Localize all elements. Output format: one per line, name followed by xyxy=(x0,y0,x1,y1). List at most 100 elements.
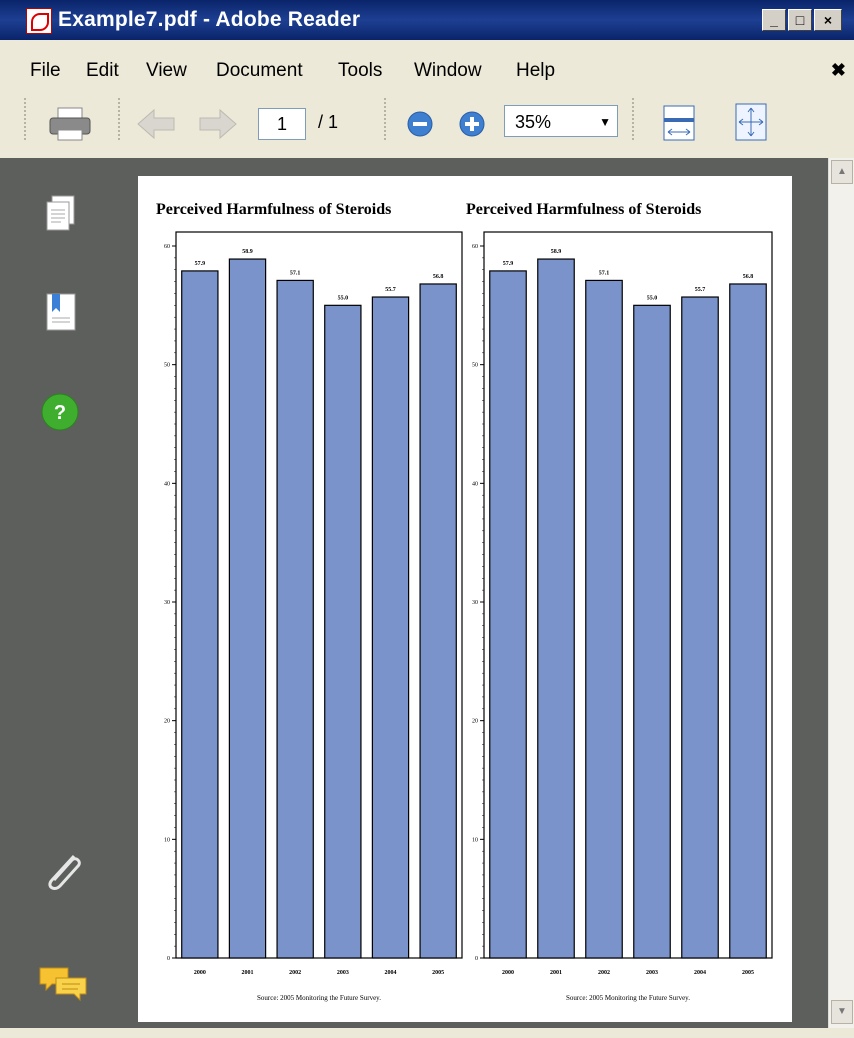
navigation-pane: ? xyxy=(0,158,120,1028)
document-area[interactable]: Perceived Harmfulness of Steroids 0 10 20 30… xyxy=(120,158,828,1028)
menu-bar: File Edit View Document Tools Window Hel… xyxy=(0,52,854,88)
bookmarks-icon[interactable] xyxy=(44,292,78,334)
bar-value-label: 57.9 xyxy=(195,261,206,267)
x-tick-label: 2003 xyxy=(337,970,349,976)
bar-value-label: 56.8 xyxy=(743,274,754,280)
y-tick-label: 30 xyxy=(164,600,170,606)
y-tick-label: 60 xyxy=(472,244,478,250)
scroll-up-button[interactable]: ▲ xyxy=(831,160,853,184)
scroll-down-button[interactable]: ▼ xyxy=(831,1000,853,1024)
bar xyxy=(489,270,527,959)
minimize-button[interactable]: _ xyxy=(762,9,786,31)
bar-value-label: 55.7 xyxy=(695,287,706,293)
help-icon[interactable]: ? xyxy=(40,392,80,432)
menu-tools[interactable]: Tools xyxy=(338,60,382,82)
fit-width-icon[interactable] xyxy=(662,104,696,142)
pdf-page: Perceived Harmfulness of Steroids 0 10 20 30… xyxy=(138,176,792,1022)
svg-text:?: ? xyxy=(54,402,66,424)
chart-title: Perceived Harmfulness of Steroids xyxy=(466,201,701,218)
y-tick-label: 0 xyxy=(167,956,170,962)
close-document-button[interactable]: ✖ xyxy=(831,60,846,81)
fit-page-icon[interactable] xyxy=(734,102,768,142)
toolbar-grip[interactable] xyxy=(384,98,390,140)
previous-page-icon[interactable] xyxy=(136,108,178,140)
dropdown-arrow-icon[interactable]: ▼ xyxy=(599,106,611,138)
y-tick-label: 10 xyxy=(472,837,478,843)
toolbar: 1 / 1 35% ▼ xyxy=(0,90,854,154)
bar-value-label: 57.9 xyxy=(503,261,514,267)
bar xyxy=(419,283,457,959)
menu-window[interactable]: Window xyxy=(414,60,482,82)
y-tick-label: 40 xyxy=(472,481,478,487)
bar-value-label: 58.9 xyxy=(551,249,562,255)
x-tick-label: 2004 xyxy=(694,970,706,976)
charts-figure: Perceived Harmfulness of Steroids 0 10 20 30… xyxy=(156,201,773,1002)
x-tick-label: 2002 xyxy=(598,970,610,976)
y-tick-label: 50 xyxy=(472,363,478,369)
title-bar: Example7.pdf - Adobe Reader _ □ × xyxy=(0,0,854,40)
x-tick-label: 2003 xyxy=(646,970,658,976)
maximize-button[interactable]: □ xyxy=(788,9,812,31)
chart-title: Perceived Harmfulness of Steroids xyxy=(156,201,391,218)
x-tick-label: 2001 xyxy=(550,970,562,976)
menu-edit[interactable]: Edit xyxy=(86,60,119,82)
bar xyxy=(633,304,671,959)
bar xyxy=(228,258,267,959)
next-page-icon[interactable] xyxy=(196,108,238,140)
bar xyxy=(681,296,719,959)
x-tick-label: 2001 xyxy=(242,970,254,976)
bar-value-label: 56.8 xyxy=(433,274,444,280)
zoom-in-icon[interactable] xyxy=(458,110,486,138)
bar xyxy=(729,283,767,959)
x-tick-label: 2000 xyxy=(502,970,514,976)
zoom-value: 35% xyxy=(515,112,552,132)
y-tick-label: 0 xyxy=(475,956,478,962)
menu-view[interactable]: View xyxy=(146,60,187,82)
bar-value-label: 57.1 xyxy=(599,270,610,276)
bar-value-label: 58.9 xyxy=(242,249,253,255)
plot-frame xyxy=(483,231,773,959)
x-tick-label: 2000 xyxy=(194,970,206,976)
page-total: / 1 xyxy=(318,112,339,132)
bar-value-label: 55.0 xyxy=(338,295,349,301)
y-tick-label: 20 xyxy=(164,719,170,725)
bar-value-label: 55.7 xyxy=(385,287,396,293)
zoom-out-icon[interactable] xyxy=(406,110,434,138)
bar xyxy=(181,270,219,959)
bar-value-label: 55.0 xyxy=(647,295,658,301)
page-number-input[interactable]: 1 xyxy=(258,108,306,140)
print-icon[interactable] xyxy=(48,106,92,142)
menu-help[interactable]: Help xyxy=(516,60,555,82)
toolbar-grip[interactable] xyxy=(632,98,638,140)
paperclip-icon[interactable] xyxy=(40,848,86,894)
x-tick-label: 2002 xyxy=(289,970,301,976)
toolbar-grip[interactable] xyxy=(118,98,124,140)
bar xyxy=(276,279,314,959)
y-tick-label: 50 xyxy=(164,363,170,369)
menu-document[interactable]: Document xyxy=(216,60,303,82)
bar-value-label: 57.1 xyxy=(290,270,301,276)
x-tick-label: 2005 xyxy=(432,970,444,976)
y-tick-label: 10 xyxy=(164,837,170,843)
vertical-scrollbar[interactable]: ▲ ▼ xyxy=(828,158,854,1028)
y-tick-label: 40 xyxy=(164,481,170,487)
bar xyxy=(585,279,623,959)
chart-source-note: Source: 2005 Monitoring the Future Surve… xyxy=(566,994,690,1002)
adobe-reader-icon xyxy=(26,8,52,34)
close-button[interactable]: × xyxy=(814,9,842,31)
window-title: Example7.pdf - Adobe Reader xyxy=(58,8,361,31)
y-tick-label: 30 xyxy=(472,600,478,606)
zoom-select[interactable]: 35% ▼ xyxy=(504,105,618,137)
bar xyxy=(537,258,575,959)
x-tick-label: 2005 xyxy=(742,970,754,976)
bar xyxy=(324,304,362,959)
comments-icon[interactable] xyxy=(38,964,90,1006)
menu-file[interactable]: File xyxy=(30,60,61,82)
bar xyxy=(371,296,410,959)
toolbar-grip[interactable] xyxy=(24,98,30,140)
chart-source-note: Source: 2005 Monitoring the Future Surve… xyxy=(257,994,381,1002)
plot-frame xyxy=(175,231,463,959)
pages-icon[interactable] xyxy=(44,194,78,234)
y-tick-label: 20 xyxy=(472,719,478,725)
x-tick-label: 2004 xyxy=(385,970,397,976)
